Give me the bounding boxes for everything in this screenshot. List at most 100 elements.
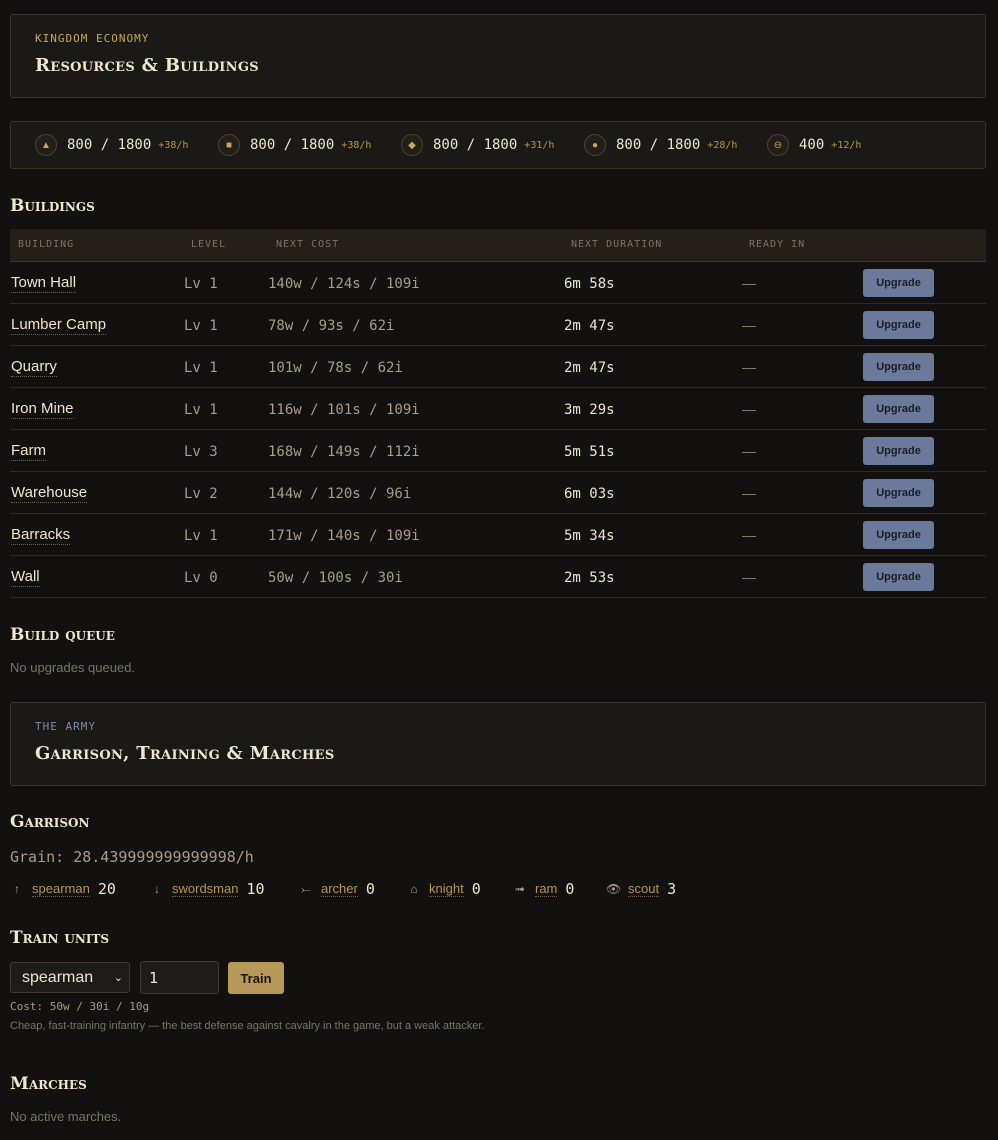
building-ready-in: — <box>742 359 756 375</box>
unit-name-link[interactable]: swordsman <box>172 881 239 897</box>
building-level: Lv 1 <box>184 276 218 292</box>
resource-rate: +31/h <box>524 139 555 151</box>
building-ready-in: — <box>742 443 756 459</box>
train-button[interactable]: Train <box>228 962 284 994</box>
resource-value: 800 / 1800 <box>616 137 701 153</box>
unit-count: 10 <box>246 880 265 898</box>
sword-icon: ↓ <box>154 882 160 896</box>
garrison-unit: 👁 scout 3 <box>606 880 676 898</box>
resource-value: 800 / 1800 <box>67 137 152 153</box>
building-ready-in: — <box>742 317 756 333</box>
building-next-duration: 5m 34s <box>564 528 615 544</box>
upgrade-button[interactable]: Upgrade <box>863 437 934 465</box>
building-ready-in: — <box>742 527 756 543</box>
resource-item: ◆ 800 / 1800 +31/h <box>401 134 554 156</box>
army-eyebrow: THE ARMY <box>35 720 96 733</box>
resource-rate: +28/h <box>707 139 738 151</box>
unit-name-link[interactable]: scout <box>628 881 660 897</box>
building-next-duration: 6m 03s <box>564 486 615 502</box>
resource-rate: +38/h <box>158 139 189 151</box>
grain-upkeep: Grain: 28.439999999999998/h <box>10 848 254 866</box>
upgrade-button[interactable]: Upgrade <box>863 353 934 381</box>
army-title: Garrison, Training & Marches <box>35 743 335 764</box>
col-ready-in: READY IN <box>749 239 806 250</box>
building-level: Lv 1 <box>184 360 218 376</box>
building-ready-in: — <box>742 485 756 501</box>
build-queue-empty: No upgrades queued. <box>10 660 136 675</box>
unit-name-link[interactable]: spearman <box>32 881 90 897</box>
building-name-link[interactable]: Wall <box>11 568 40 587</box>
unit-select[interactable]: spearman ⌄ <box>10 962 130 993</box>
building-level: Lv 3 <box>184 444 218 460</box>
garrison-heading: Garrison <box>10 812 90 832</box>
building-name-link[interactable]: Warehouse <box>11 484 88 503</box>
economy-eyebrow: KINGDOM ECONOMY <box>35 32 150 45</box>
building-name-link[interactable]: Farm <box>11 442 46 461</box>
upgrade-button[interactable]: Upgrade <box>863 269 934 297</box>
building-name-link[interactable]: Quarry <box>11 358 57 377</box>
col-next-cost: NEXT COST <box>276 239 340 250</box>
building-row: Quarry Lv 1 101w / 78s / 62i 2m 47s — Upgrade <box>10 346 986 388</box>
resource-bar: ▲ 800 / 1800 +38/h ■ 800 / 1800 +38/h ◆ 800 / 1… <box>10 121 986 169</box>
building-next-cost: 50w / 100s / 30i <box>268 570 403 586</box>
marches-heading: Marches <box>10 1074 87 1094</box>
marches-empty: No active marches. <box>10 1109 122 1124</box>
building-next-cost: 168w / 149s / 112i <box>268 444 420 460</box>
building-next-duration: 2m 47s <box>564 318 615 334</box>
building-ready-in: — <box>742 275 756 291</box>
garrison-unit: ➟ ram 0 <box>513 880 574 898</box>
train-heading: Train units <box>10 928 110 948</box>
building-row: Town Hall Lv 1 140w / 124s / 109i 6m 58s — Up… <box>10 262 986 304</box>
chevron-down-icon: ⌄ <box>113 972 123 984</box>
building-row: Wall Lv 0 50w / 100s / 30i 2m 53s — Upgrade <box>10 556 986 598</box>
building-name-link[interactable]: Lumber Camp <box>11 316 107 335</box>
upgrade-button[interactable]: Upgrade <box>863 521 934 549</box>
building-level: Lv 0 <box>184 570 218 586</box>
upgrade-button[interactable]: Upgrade <box>863 563 934 591</box>
upgrade-button[interactable]: Upgrade <box>863 479 934 507</box>
unit-count: 20 <box>97 880 116 898</box>
building-ready-in: — <box>742 401 756 417</box>
gold-icon: ⊖ <box>767 134 789 156</box>
building-next-duration: 6m 58s <box>564 276 615 292</box>
building-next-cost: 171w / 140s / 109i <box>268 528 420 544</box>
resource-item: ■ 800 / 1800 +38/h <box>218 134 371 156</box>
economy-title: Resources & Buildings <box>35 55 259 76</box>
wood-icon: ▲ <box>35 134 57 156</box>
economy-header: KINGDOM ECONOMY Resources & Buildings <box>10 14 986 98</box>
building-level: Lv 1 <box>184 402 218 418</box>
col-level: LEVEL <box>191 239 227 250</box>
building-name-link[interactable]: Barracks <box>11 526 71 545</box>
upgrade-button[interactable]: Upgrade <box>863 395 934 423</box>
building-ready-in: — <box>742 569 756 585</box>
building-level: Lv 2 <box>184 486 218 502</box>
resource-rate: +38/h <box>341 139 372 151</box>
garrison-unit: ↓ swordsman 10 <box>150 880 265 898</box>
quantity-input[interactable] <box>140 961 219 994</box>
building-name-link[interactable]: Iron Mine <box>11 400 74 419</box>
resource-item: ▲ 800 / 1800 +38/h <box>35 134 188 156</box>
unit-name-link[interactable]: archer <box>321 881 358 897</box>
buildings-heading: Buildings <box>10 196 95 216</box>
building-next-cost: 101w / 78s / 62i <box>268 360 403 376</box>
build-queue-heading: Build queue <box>10 625 115 645</box>
building-row: Warehouse Lv 2 144w / 120s / 96i 6m 03s — Upg… <box>10 472 986 514</box>
resource-item: ● 800 / 1800 +28/h <box>584 134 737 156</box>
unit-name-link[interactable]: knight <box>429 881 464 897</box>
building-next-cost: 140w / 124s / 109i <box>268 276 420 292</box>
col-building: BUILDING <box>18 239 75 250</box>
building-name-link[interactable]: Town Hall <box>11 274 77 293</box>
unit-name-link[interactable]: ram <box>535 881 558 897</box>
upgrade-button[interactable]: Upgrade <box>863 311 934 339</box>
building-next-duration: 3m 29s <box>564 402 615 418</box>
garrison-unit: ⌂ knight 0 <box>407 880 480 898</box>
bow-icon: ⤚ <box>301 881 311 896</box>
building-next-cost: 116w / 101s / 109i <box>268 402 420 418</box>
spear-icon: ↑ <box>14 882 20 896</box>
unit-description: Cheap, fast-training infantry — the best… <box>10 1020 485 1032</box>
building-row: Iron Mine Lv 1 116w / 101s / 109i 3m 29s — Up… <box>10 388 986 430</box>
helmet-icon: ⌂ <box>410 882 418 896</box>
resource-value: 400 <box>799 137 825 153</box>
resource-value: 800 / 1800 <box>433 137 518 153</box>
building-next-cost: 144w / 120s / 96i <box>268 486 412 502</box>
